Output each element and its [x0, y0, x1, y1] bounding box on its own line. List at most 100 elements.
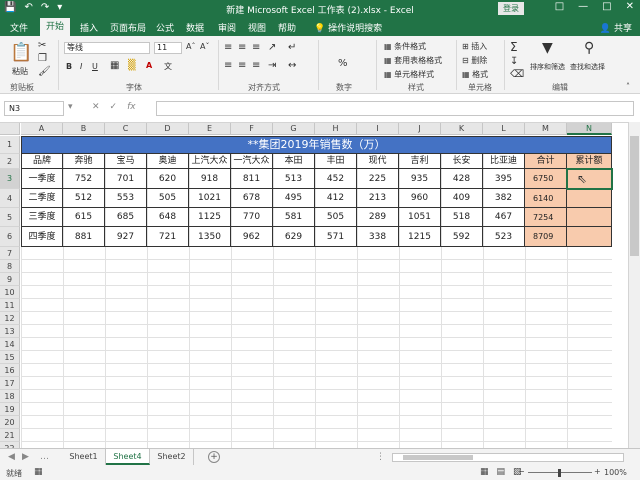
data-cell[interactable]: 382 — [483, 189, 525, 208]
data-cell[interactable]: 467 — [483, 208, 525, 227]
header-cell[interactable]: 宝马 — [105, 154, 147, 169]
format-as-table-button[interactable]: ▦ 套用表格格式 — [384, 55, 442, 66]
grow-font-icon[interactable]: Aˆ — [186, 42, 195, 51]
data-cell[interactable]: 811 — [231, 169, 273, 189]
more-sheets-icon[interactable]: … — [40, 452, 49, 462]
data-cell[interactable]: 7254 — [525, 208, 567, 227]
font-color-icon[interactable]: A — [146, 61, 152, 70]
cell-styles-button[interactable]: ▦ 单元格样式 — [384, 69, 434, 80]
data-cell[interactable]: 428 — [441, 169, 483, 189]
sheet-tab-sheet2[interactable]: Sheet2 — [150, 449, 194, 465]
sheet-tab-sheet4[interactable]: Sheet4 — [106, 449, 150, 465]
row-header-3[interactable]: 3 — [0, 169, 20, 189]
data-cell[interactable]: 6140 — [525, 189, 567, 208]
login-button[interactable]: 登录 — [498, 2, 524, 15]
row-header-13[interactable]: 13 — [0, 325, 20, 338]
normal-view-icon[interactable]: ▦ — [480, 467, 489, 477]
data-cell[interactable]: 721 — [147, 227, 189, 247]
ribbon-display-icon[interactable]: □ — [555, 1, 564, 12]
format-cells-button[interactable]: ▦ 格式 — [462, 69, 488, 80]
data-cell[interactable]: 452 — [315, 169, 357, 189]
data-cell[interactable] — [567, 189, 612, 208]
data-cell[interactable]: 935 — [399, 169, 441, 189]
insert-cells-button[interactable]: ⊞ 插入 — [462, 41, 487, 52]
row-header-17[interactable]: 17 — [0, 377, 20, 390]
data-cell[interactable]: 615 — [63, 208, 105, 227]
minimize-icon[interactable]: — — [578, 1, 588, 12]
indent-icon[interactable]: ⇥ — [268, 60, 276, 71]
align-left-icon[interactable]: ≡ — [224, 60, 232, 71]
data-cell[interactable]: 1021 — [189, 189, 231, 208]
row-header-18[interactable]: 18 — [0, 390, 20, 403]
data-cell[interactable]: 523 — [483, 227, 525, 247]
data-cell[interactable]: 881 — [63, 227, 105, 247]
paste-icon[interactable]: 📋 — [10, 42, 32, 63]
row-header-19[interactable]: 19 — [0, 403, 20, 416]
data-cell[interactable]: 770 — [231, 208, 273, 227]
delete-cells-button[interactable]: ⊟ 删除 — [462, 55, 487, 66]
tab-review[interactable]: 审阅 — [218, 21, 236, 34]
italic-icon[interactable]: I — [80, 62, 82, 71]
header-cell[interactable]: 长安 — [441, 154, 483, 169]
column-header-d[interactable]: D — [147, 123, 189, 135]
cancel-icon[interactable]: ✕ — [92, 102, 100, 112]
header-cell[interactable]: 奥迪 — [147, 154, 189, 169]
data-cell[interactable]: 648 — [147, 208, 189, 227]
vertical-scroll-thumb[interactable] — [630, 136, 639, 256]
data-cell[interactable]: 409 — [441, 189, 483, 208]
merge-center-icon[interactable]: ↔ — [288, 60, 296, 71]
formula-input[interactable] — [156, 101, 634, 116]
tab-formulas[interactable]: 公式 — [156, 21, 174, 34]
row-header-15[interactable]: 15 — [0, 351, 20, 364]
maximize-icon[interactable]: □ — [602, 1, 611, 12]
wrap-text-icon[interactable]: ↵ — [288, 42, 296, 53]
page-layout-view-icon[interactable]: ▤ — [497, 467, 506, 477]
data-cell[interactable]: 395 — [483, 169, 525, 189]
row-header-6[interactable]: 6 — [0, 227, 20, 247]
data-cell[interactable]: 495 — [273, 189, 315, 208]
macro-record-icon[interactable]: ▦ — [34, 467, 43, 477]
header-cell[interactable]: 累计额 — [567, 154, 612, 169]
spreadsheet-grid[interactable]: A B C D E F G H I J K L M N 1 2 3 4 5 6 7 8 9 10 11 12 13 14 15 16 17 1… — [0, 122, 640, 480]
data-cell[interactable]: 213 — [357, 189, 399, 208]
column-header-g[interactable]: G — [273, 123, 315, 135]
data-cell[interactable]: 8709 — [525, 227, 567, 247]
row-header-9[interactable]: 9 — [0, 273, 20, 286]
bold-icon[interactable]: B — [66, 62, 72, 71]
name-box-dropdown-icon[interactable]: ▾ — [68, 102, 73, 112]
phonetic-icon[interactable]: 文 — [164, 61, 172, 72]
data-cell[interactable]: 1125 — [189, 208, 231, 227]
data-cell[interactable]: 二季度 — [21, 189, 63, 208]
align-center-icon[interactable]: ≡ — [238, 60, 246, 71]
header-cell[interactable]: 品牌 — [21, 154, 63, 169]
tab-data[interactable]: 数据 — [186, 21, 204, 34]
zoom-out-icon[interactable]: − — [518, 467, 525, 476]
conditional-format-button[interactable]: ▦ 条件格式 — [384, 41, 426, 52]
data-cell[interactable]: 752 — [63, 169, 105, 189]
data-cell[interactable]: 505 — [315, 208, 357, 227]
add-sheet-icon[interactable]: + — [208, 451, 220, 463]
data-cell[interactable]: 685 — [105, 208, 147, 227]
data-cell[interactable]: 962 — [231, 227, 273, 247]
shrink-font-icon[interactable]: Aˇ — [200, 42, 209, 51]
format-painter-icon[interactable]: 🖌 — [38, 66, 51, 77]
copy-icon[interactable]: ❐ — [38, 53, 47, 64]
row-header-1[interactable]: 1 — [0, 136, 20, 154]
row-header-2[interactable]: 2 — [0, 154, 20, 169]
tell-me-search[interactable]: 💡 操作说明搜索 — [314, 21, 382, 34]
column-header-i[interactable]: I — [357, 123, 399, 135]
next-sheet-icon[interactable]: ▶ — [22, 452, 29, 462]
row-header-12[interactable]: 12 — [0, 312, 20, 325]
column-header-e[interactable]: E — [189, 123, 231, 135]
data-cell[interactable]: 513 — [273, 169, 315, 189]
data-cell[interactable]: 1350 — [189, 227, 231, 247]
data-cell[interactable] — [567, 208, 612, 227]
zoom-in-icon[interactable]: + — [594, 467, 601, 476]
data-cell[interactable]: 927 — [105, 227, 147, 247]
row-header-7[interactable]: 7 — [0, 247, 20, 260]
column-header-f[interactable]: F — [231, 123, 273, 135]
select-all-button[interactable] — [0, 123, 20, 135]
row-header-8[interactable]: 8 — [0, 260, 20, 273]
header-cell[interactable]: 本田 — [273, 154, 315, 169]
name-box[interactable]: N3 — [4, 101, 64, 116]
